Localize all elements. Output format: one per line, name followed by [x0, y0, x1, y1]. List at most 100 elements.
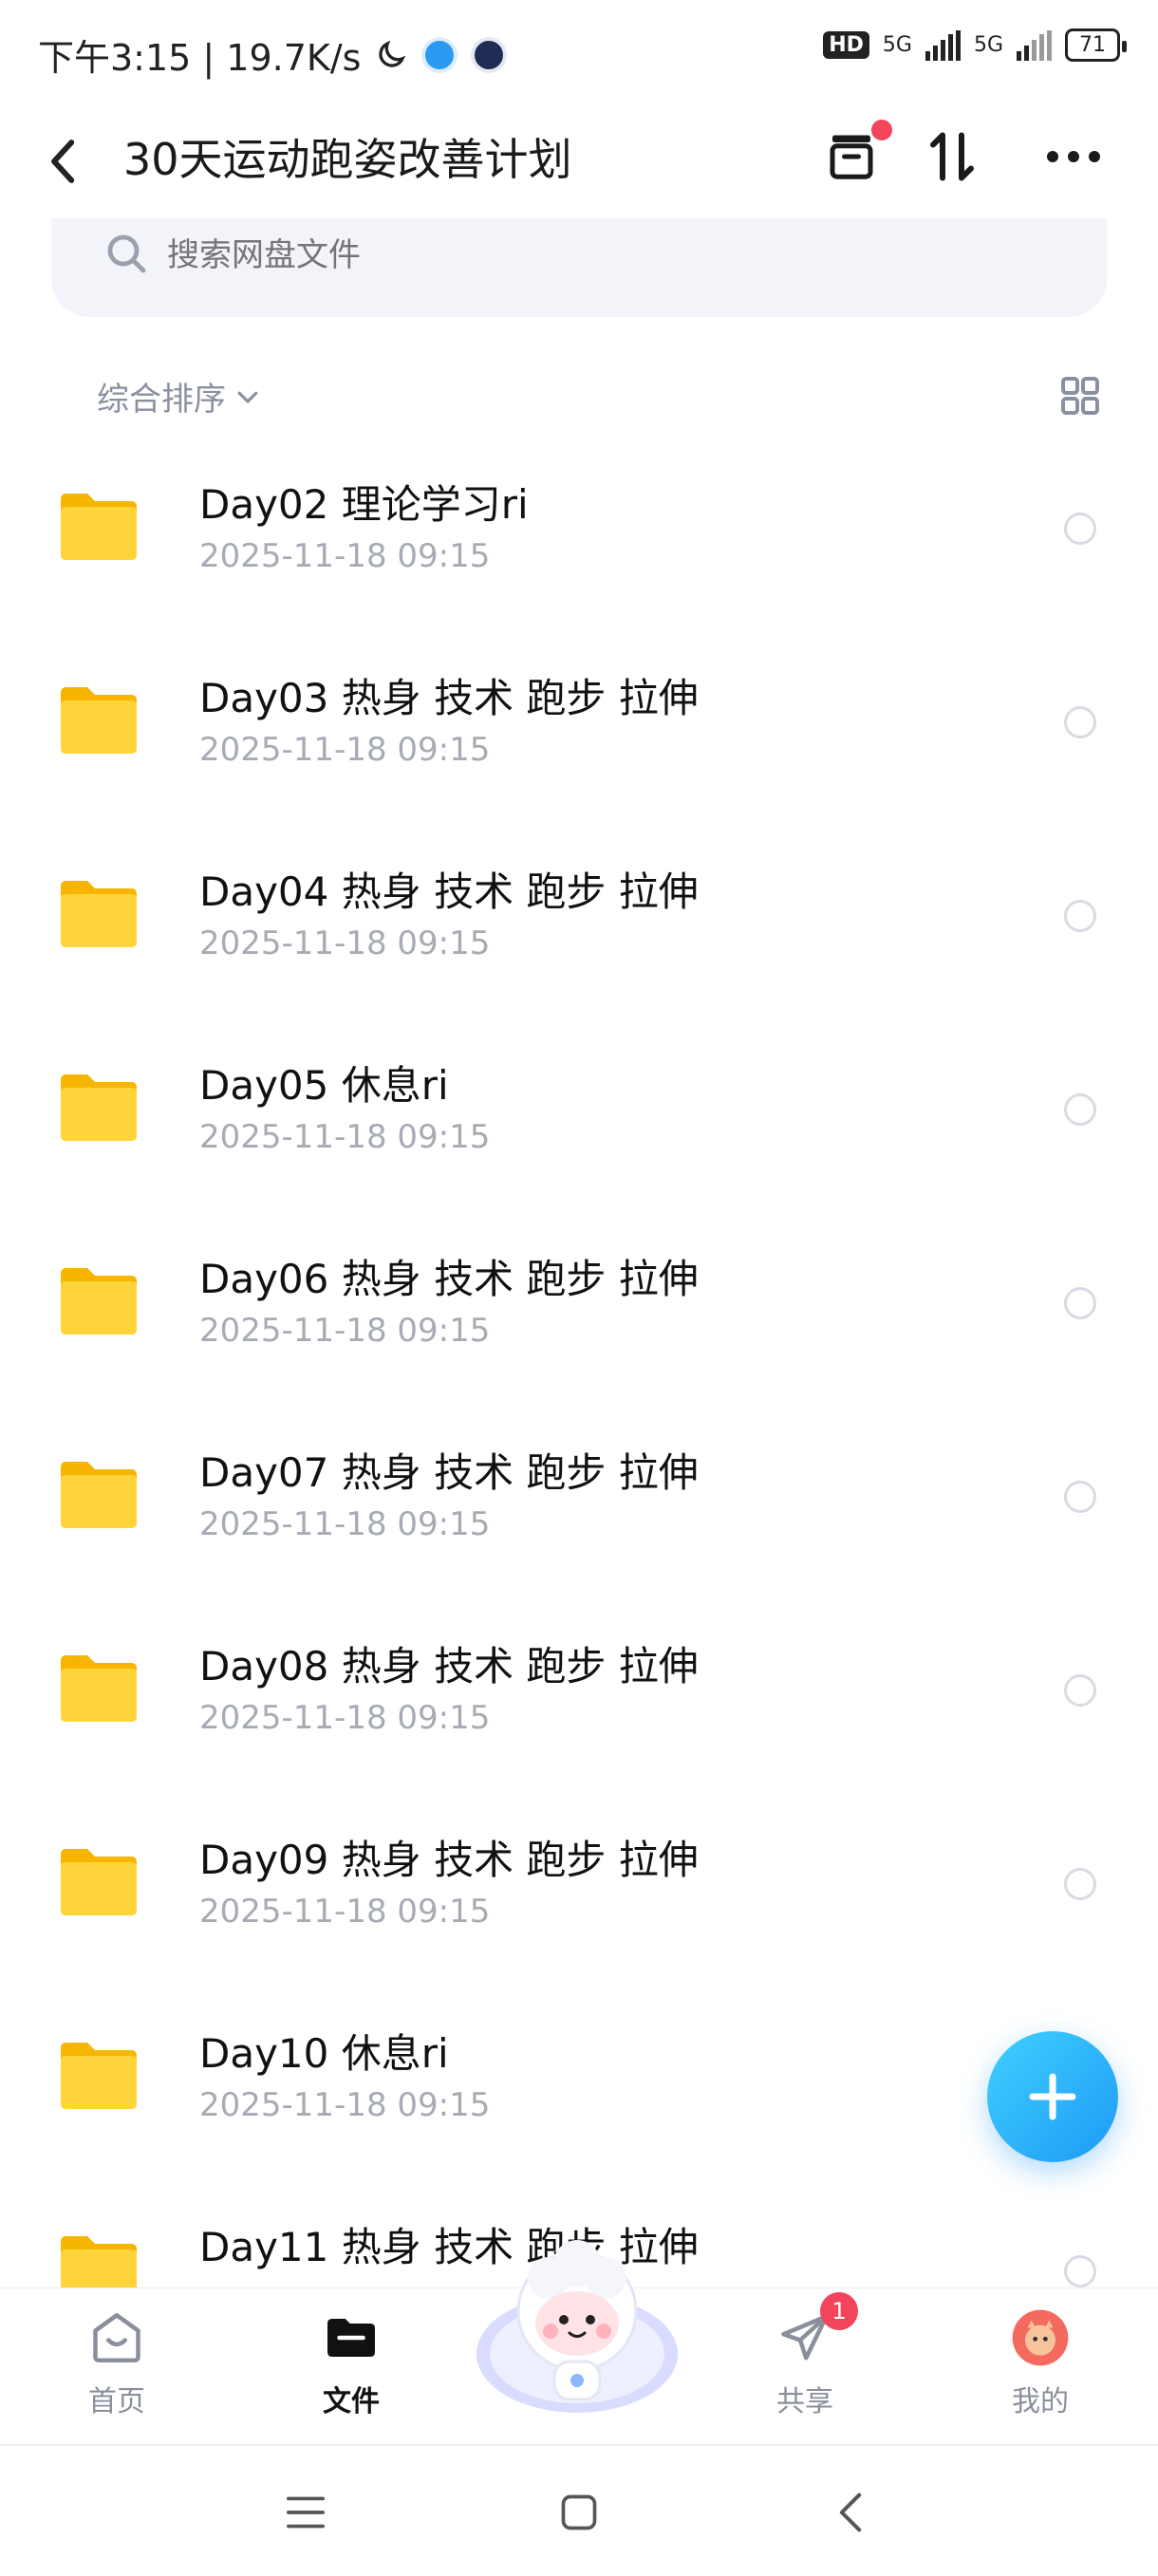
select-checkbox[interactable] [1064, 1481, 1096, 1513]
folder-icon [61, 2236, 137, 2287]
file-name: Day08 热身 技术 跑步 拉伸 [199, 1643, 699, 1689]
folder-icon [61, 1462, 137, 1528]
file-date: 2025-11-18 09:15 [199, 1118, 491, 1156]
file-date: 2025-11-18 09:15 [199, 731, 491, 769]
status-right: HD 5G 5G 71 [823, 28, 1127, 62]
folder-filled-icon [327, 2319, 375, 2357]
sort-order-button[interactable] [919, 123, 985, 190]
file-date: 2025-11-18 09:15 [199, 1893, 491, 1931]
tab-mine-label: 我的 [1012, 2385, 1069, 2418]
file-row[interactable]: Day03 热身 技术 跑步 拉伸 2025-11-18 09:15 [0, 640, 1158, 833]
plus-icon [1029, 2073, 1076, 2120]
add-button[interactable] [987, 2031, 1118, 2162]
folder-icon [61, 1655, 137, 1722]
file-date: 2025-11-18 09:15 [199, 1505, 491, 1543]
nav-back-button[interactable] [822, 2484, 879, 2541]
chevron-left-icon [839, 2492, 862, 2532]
more-button[interactable] [1040, 123, 1107, 190]
grid-view-toggle[interactable] [1057, 373, 1103, 419]
select-checkbox[interactable] [1064, 1093, 1096, 1126]
file-date: 2025-11-18 09:15 [199, 924, 491, 962]
chevron-down-icon [237, 391, 258, 403]
share-badge: 1 [820, 2292, 858, 2330]
grid-icon [1061, 377, 1099, 415]
select-checkbox[interactable] [1064, 1287, 1096, 1319]
sort-bar: 综合排序 [0, 365, 1158, 422]
file-name: Day06 热身 技术 跑步 拉伸 [199, 1256, 699, 1302]
page-title: 30天运动跑姿改善计划 [123, 134, 572, 185]
battery-indicator: 71 [1065, 28, 1127, 62]
tab-home-label: 首页 [88, 2385, 145, 2418]
folder-icon [61, 1074, 137, 1141]
search-bar[interactable] [51, 218, 1107, 317]
archive-box-icon [830, 135, 873, 179]
moon-icon [379, 40, 406, 67]
search-icon [107, 234, 146, 273]
menu-icon [287, 2496, 325, 2529]
search-input[interactable] [165, 235, 833, 275]
select-checkbox[interactable] [1064, 900, 1096, 932]
file-name: Day04 热身 技术 跑步 拉伸 [199, 868, 699, 915]
status-bar: 下午3:15 | 19.7K/s HD 5G 5G 71 [0, 0, 1158, 104]
file-row[interactable]: Day05 休息ri 2025-11-18 09:15 [0, 1027, 1158, 1221]
file-name: Day10 休息ri [199, 2030, 449, 2077]
select-checkbox[interactable] [1064, 1674, 1096, 1707]
chevron-left-icon [51, 140, 75, 183]
transfer-list-button[interactable] [818, 120, 892, 190]
file-name: Day02 理论学习ri [199, 481, 529, 528]
tab-files[interactable]: 文件 [285, 2307, 418, 2419]
file-name: Day05 休息ri [199, 1062, 449, 1109]
file-row[interactable]: Day04 热身 技术 跑步 拉伸 2025-11-18 09:15 [0, 833, 1158, 1027]
nav-menu-button[interactable] [277, 2484, 334, 2541]
status-left: 下午3:15 | 19.7K/s [38, 28, 508, 81]
tab-mine[interactable]: 我的 [974, 2307, 1107, 2419]
tab-home[interactable]: 首页 [50, 2307, 183, 2419]
home-icon [93, 2313, 140, 2362]
file-date: 2025-11-18 09:15 [199, 2086, 491, 2124]
file-row[interactable]: Day07 热身 技术 跑步 拉伸 2025-11-18 09:15 [0, 1414, 1158, 1608]
folder-icon [61, 1268, 137, 1335]
file-name: Day03 热身 技术 跑步 拉伸 [199, 675, 699, 721]
network-5g-2: 5G [973, 33, 1003, 57]
signal-strength-icon [925, 29, 961, 61]
system-nav-bar [0, 2444, 1158, 2576]
select-checkbox[interactable] [1064, 1868, 1096, 1900]
folder-icon [61, 494, 137, 560]
notification-dot [871, 120, 892, 140]
folder-icon [61, 1849, 137, 1915]
tab-files-label: 文件 [323, 2385, 380, 2418]
file-date: 2025-11-18 09:15 [199, 537, 491, 575]
back-button[interactable] [47, 128, 95, 195]
swap-vertical-icon [930, 132, 974, 181]
sort-dropdown[interactable]: 综合排序 [97, 373, 262, 420]
select-checkbox[interactable] [1064, 2255, 1096, 2287]
file-row[interactable]: Day09 热身 技术 跑步 拉伸 2025-11-18 09:15 [0, 1801, 1158, 1995]
file-row[interactable]: Day08 热身 技术 跑步 拉伸 2025-11-18 09:15 [0, 1608, 1158, 1801]
avatar [1012, 2309, 1069, 2366]
folder-icon [61, 881, 137, 947]
file-date: 2025-11-18 09:15 [199, 1699, 491, 1737]
network-5g-1: 5G [882, 33, 912, 57]
ai-assistant-button[interactable] [473, 2221, 682, 2430]
header: 30天运动跑姿改善计划 [0, 104, 1158, 218]
file-row[interactable]: Day06 热身 技术 跑步 拉伸 2025-11-18 09:15 [0, 1221, 1158, 1414]
nav-home-button[interactable] [551, 2484, 607, 2541]
file-name: Day07 热身 技术 跑步 拉伸 [199, 1449, 699, 1496]
file-row[interactable]: Day02 理论学习ri 2025-11-18 09:15 [0, 446, 1158, 640]
folder-icon [61, 2043, 137, 2109]
signal-strength-icon-2 [1017, 29, 1052, 61]
more-horizontal-icon [1047, 151, 1100, 162]
file-date: 2025-11-18 09:15 [199, 1312, 491, 1350]
status-time-speed: 下午3:15 | 19.7K/s [38, 37, 362, 79]
tab-share[interactable]: 1 共享 [738, 2292, 871, 2419]
sort-label: 综合排序 [97, 381, 226, 419]
upload-notification-icon [421, 36, 458, 73]
tab-share-label: 共享 [776, 2385, 833, 2418]
hd-icon: HD [823, 31, 869, 59]
select-checkbox[interactable] [1064, 513, 1096, 545]
select-checkbox[interactable] [1064, 706, 1096, 738]
square-icon [561, 2494, 597, 2530]
mascot-icon [476, 2240, 678, 2413]
folder-icon [61, 687, 137, 754]
file-row[interactable]: Day10 休息ri 2025-11-18 09:15 [0, 1995, 1158, 2189]
